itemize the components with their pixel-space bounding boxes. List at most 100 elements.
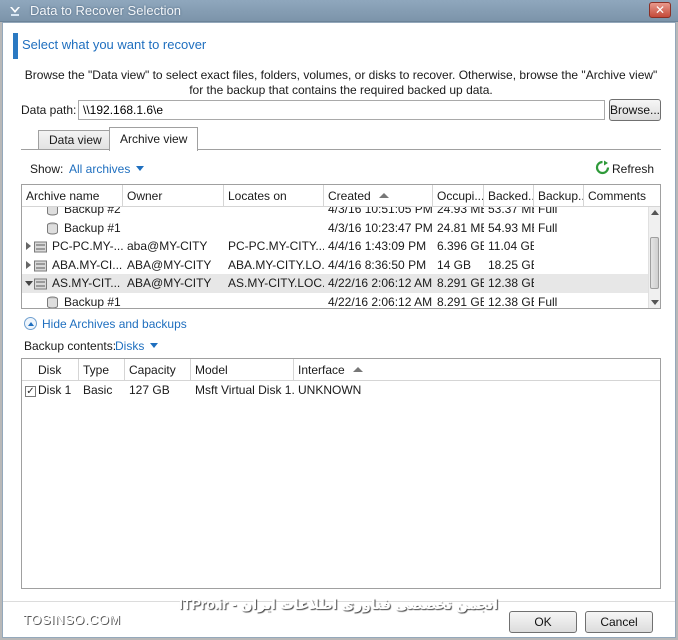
expand-closed-icon[interactable] <box>26 260 31 269</box>
hide-archives-label: Hide Archives and backups <box>42 317 187 331</box>
watermark-center: ITPro.ir - انجمن تخصصی فناوری اطلاعات ای… <box>179 596 498 612</box>
archive-locates <box>224 219 324 238</box>
archive-occupied: 8.291 GB <box>437 294 484 309</box>
col-capacity[interactable]: Capacity <box>125 359 191 381</box>
backup-contents-dropdown[interactable]: Disks <box>115 339 159 353</box>
archive-type <box>534 237 584 256</box>
scroll-up-icon[interactable] <box>651 210 659 215</box>
disk-type: Basic <box>83 383 113 397</box>
col-model[interactable]: Model <box>191 359 294 381</box>
col-owner[interactable]: Owner <box>123 185 224 207</box>
archive-locates <box>224 207 324 219</box>
backup-contents-value: Disks <box>115 339 145 353</box>
disks-grid: Disk Type Capacity Model Interface ✓ Dis… <box>21 358 661 589</box>
page-heading: Select what you want to recover <box>22 37 207 52</box>
table-row[interactable]: AS.MY-CIT... ABA@MY-CITY AS.MY-CITY.LOC...… <box>22 274 648 293</box>
col-comments[interactable]: Comments <box>584 185 660 207</box>
sort-ascending-icon <box>352 367 363 372</box>
archive-name: Backup #1 <box>64 294 121 309</box>
disk-name: Disk 1 <box>38 383 72 397</box>
archive-name: PC-PC.MY-... <box>52 239 123 253</box>
archive-locates: PC-PC.MY-CITY.... <box>228 239 324 253</box>
archive-backed: 12.38 GB <box>488 294 534 309</box>
disks-grid-header: Disk Type Capacity Model Interface <box>22 359 660 381</box>
archive-created: 4/22/16 2:06:12 AM <box>328 294 433 309</box>
archive-created: 4/4/16 1:43:09 PM <box>328 239 427 253</box>
archive-created: 4/3/16 10:51:05 PM <box>328 207 433 216</box>
sort-ascending-icon <box>378 193 389 198</box>
archive-backed: 53.37 MB <box>488 207 534 216</box>
archive-owner <box>123 293 224 309</box>
table-row[interactable]: Backup #1 4/22/16 2:06:12 AM 8.291 GB 12.38… <box>22 293 648 309</box>
disk-model: Msft Virtual Disk 1.0 <box>195 383 294 397</box>
archive-created: 4/4/16 8:36:50 PM <box>328 257 427 272</box>
tab-archive-view[interactable]: Archive view <box>109 127 199 151</box>
title-bar: Data to Recover Selection ✕ <box>0 0 678 22</box>
archives-grid-body: Backup #2 4/3/16 10:51:05 PM 24.93 MB 53.37… <box>22 207 648 308</box>
scroll-down-icon[interactable] <box>651 300 659 305</box>
archive-type: Full <box>538 294 558 309</box>
collapse-up-icon <box>24 317 37 330</box>
close-button[interactable]: ✕ <box>649 2 671 18</box>
backup-icon <box>47 207 58 216</box>
disk-checkbox[interactable]: ✓ <box>25 386 36 397</box>
archive-owner: ABA@MY-CITY <box>127 257 212 272</box>
backup-icon <box>47 296 58 308</box>
watermark-left: TOSINSO.COM <box>23 612 121 627</box>
archive-name: Backup #1 <box>64 220 121 235</box>
archive-type: Full <box>538 207 558 216</box>
backup-contents-label: Backup contents: <box>24 339 117 353</box>
archive-owner <box>123 207 224 219</box>
close-icon: ✕ <box>654 3 666 17</box>
dialog-client: Select what you want to recover Browse t… <box>2 22 676 638</box>
disk-interface: UNKNOWN <box>298 383 362 397</box>
archive-owner <box>123 219 224 238</box>
expand-closed-icon[interactable] <box>26 242 31 250</box>
col-created-label: Created <box>328 189 371 203</box>
chevron-down-icon <box>150 343 159 348</box>
col-type[interactable]: Type <box>79 359 125 381</box>
scroll-thumb[interactable] <box>650 237 659 289</box>
cancel-button[interactable]: Cancel <box>585 611 653 633</box>
archive-occupied: 24.93 MB <box>437 207 484 216</box>
table-row[interactable]: ABA.MY-CI... ABA@MY-CITY ABA.MY-CITY.LO...… <box>22 256 648 275</box>
archive-name: ABA.MY-CI... <box>52 257 123 272</box>
ok-button[interactable]: OK <box>509 611 577 633</box>
data-path-label: Data path: <box>21 103 77 117</box>
archive-occupied: 24.81 MB <box>437 220 484 235</box>
chevron-down-icon <box>136 166 145 171</box>
archives-grid-header: Archive name Owner Locates on Created Oc… <box>22 185 660 207</box>
archive-backed: 11.04 GB <box>488 239 534 253</box>
table-row[interactable]: PC-PC.MY-... aba@MY-CITY PC-PC.MY-CITY....… <box>22 237 648 256</box>
data-path-input[interactable] <box>78 100 605 120</box>
table-row[interactable]: Backup #1 4/3/16 10:23:47 PM 24.81 MB 54.93… <box>22 219 648 238</box>
show-dropdown[interactable]: All archives <box>69 162 145 176</box>
refresh-button[interactable]: Refresh <box>612 162 654 176</box>
archives-grid: Archive name Owner Locates on Created Oc… <box>21 184 661 309</box>
col-created[interactable]: Created <box>324 185 433 207</box>
refresh-icon[interactable] <box>595 160 610 175</box>
app-icon <box>10 7 20 16</box>
col-backed-up[interactable]: Backed... <box>484 185 534 207</box>
col-archive-name[interactable]: Archive name <box>22 185 123 207</box>
archive-occupied: 14 GB <box>437 257 472 272</box>
archive-created: 4/3/16 10:23:47 PM <box>328 220 433 235</box>
col-disk[interactable]: Disk <box>36 359 79 381</box>
heading-accent-bar <box>13 33 18 59</box>
archives-scrollbar[interactable] <box>648 207 660 308</box>
browse-button[interactable]: Browse... <box>609 99 661 121</box>
table-row[interactable]: ✓ Disk 1 Basic 127 GB Msft Virtual Disk … <box>22 381 660 400</box>
archive-owner: aba@MY-CITY <box>127 239 208 253</box>
col-occupied[interactable]: Occupi... <box>433 185 484 207</box>
tab-data-view[interactable]: Data view <box>38 130 113 150</box>
archive-created: 4/22/16 2:06:12 AM <box>328 276 433 290</box>
col-locates-on[interactable]: Locates on <box>224 185 324 207</box>
col-interface[interactable]: Interface <box>294 359 660 381</box>
col-interface-label: Interface <box>298 363 345 377</box>
table-row[interactable]: Backup #2 4/3/16 10:51:05 PM 24.93 MB 53.37… <box>22 207 648 219</box>
col-backup-type[interactable]: Backup... <box>534 185 584 207</box>
expand-open-icon[interactable] <box>25 281 33 286</box>
archive-icon <box>34 278 47 290</box>
archive-occupied: 6.396 GB <box>437 239 484 253</box>
instructions-text: Browse the "Data view" to select exact f… <box>24 68 658 97</box>
